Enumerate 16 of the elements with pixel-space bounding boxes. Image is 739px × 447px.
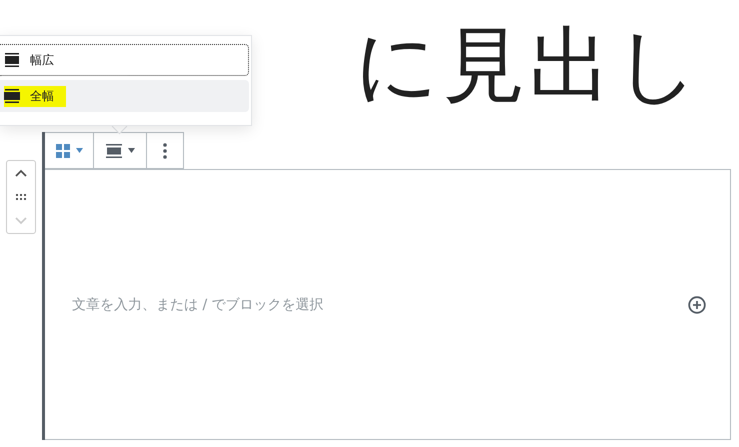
block-type-button[interactable] bbox=[45, 132, 94, 169]
drag-handle-icon[interactable] bbox=[16, 194, 26, 200]
more-icon bbox=[163, 142, 167, 158]
align-button[interactable] bbox=[94, 132, 147, 169]
menu-item[interactable]: 幅広 bbox=[0, 44, 249, 76]
add-block-icon[interactable] bbox=[688, 296, 706, 314]
caret-icon bbox=[76, 148, 82, 153]
move-up-icon[interactable] bbox=[15, 169, 27, 178]
heading: に見出し bbox=[355, 17, 703, 115]
align-icon bbox=[106, 144, 122, 158]
block-placeholder: 文章を入力、または / でブロックを選択 bbox=[72, 296, 324, 314]
grid-icon bbox=[56, 144, 70, 158]
full-width-icon bbox=[4, 88, 20, 104]
caret-icon bbox=[128, 148, 134, 153]
wide-width-icon bbox=[4, 52, 20, 68]
menu-item[interactable]: 全幅 bbox=[0, 80, 249, 112]
